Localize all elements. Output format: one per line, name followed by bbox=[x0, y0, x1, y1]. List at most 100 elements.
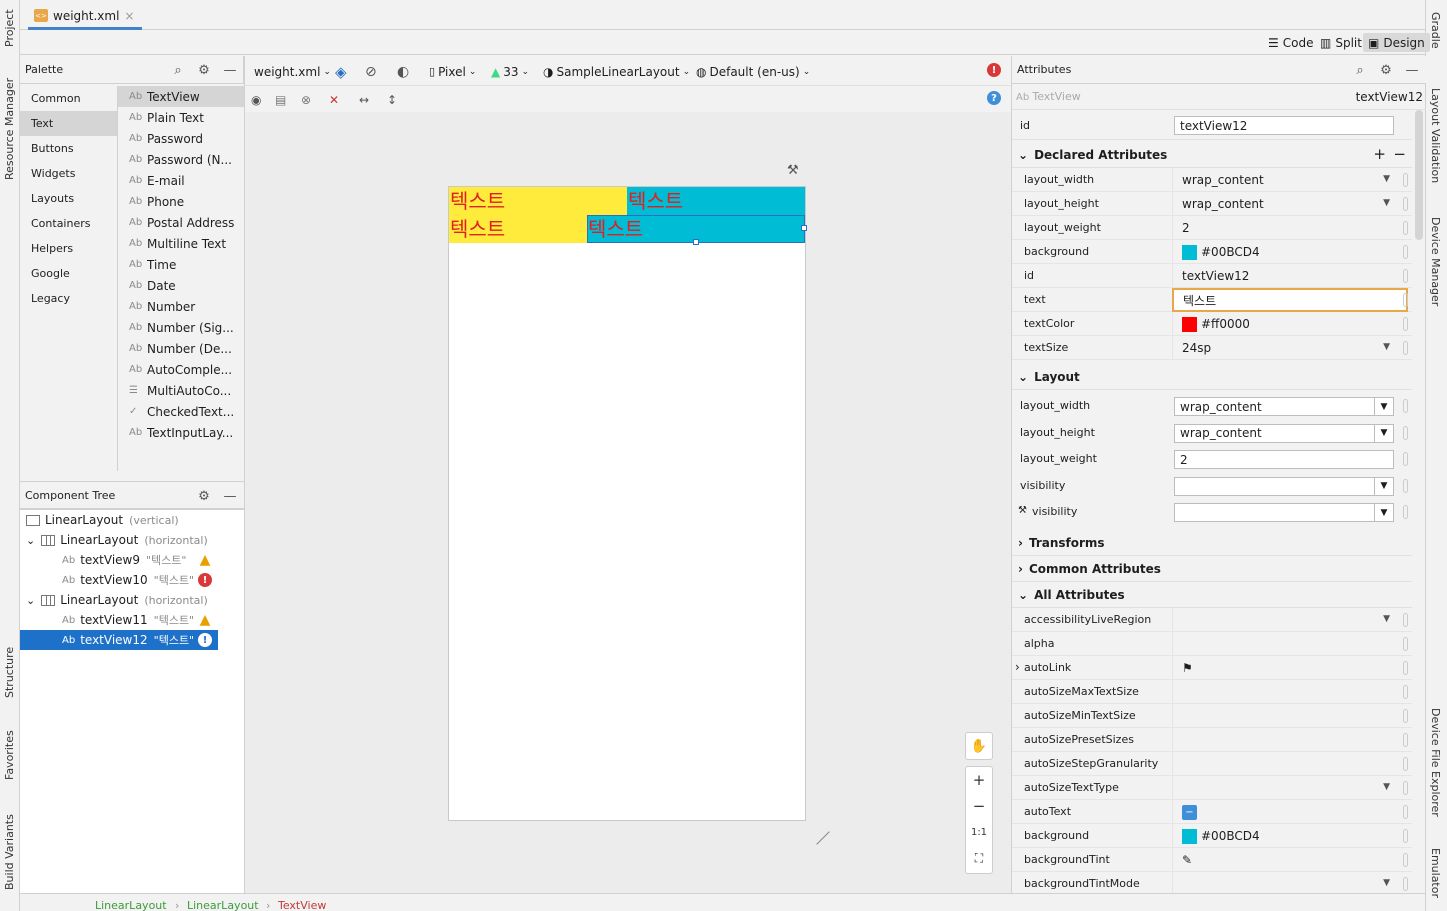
favorites-tool-tab[interactable]: Favorites bbox=[3, 730, 16, 780]
tree-row-textview10[interactable]: Ab textView10 "텍스트"! bbox=[20, 570, 218, 590]
transforms-section[interactable]: › Transforms bbox=[1012, 530, 1412, 556]
pin-icon[interactable] bbox=[1403, 829, 1408, 843]
attr-value-autosizepresetsizes[interactable] bbox=[1172, 728, 1408, 752]
structure-tool-tab[interactable]: Structure bbox=[3, 647, 16, 698]
chevron-down-icon[interactable]: ▼ bbox=[1374, 423, 1394, 443]
attr-value-textsize[interactable]: 24sp bbox=[1172, 336, 1408, 360]
emulator-tool-tab[interactable]: Emulator bbox=[1429, 848, 1442, 898]
pin-icon[interactable] bbox=[1403, 197, 1408, 211]
zoom-in-button[interactable]: + bbox=[966, 767, 992, 793]
gear-icon[interactable]: ⚙ bbox=[196, 62, 212, 78]
build-variants-tool-tab[interactable]: Build Variants bbox=[3, 814, 16, 890]
locale-selector[interactable]: ◍ Default (en-us) ⌄ bbox=[696, 63, 810, 80]
design-mode-button[interactable]: ▣ Design bbox=[1363, 33, 1430, 52]
color-swatch-icon[interactable] bbox=[1182, 244, 1197, 260]
attr-value-autotext[interactable]: − bbox=[1172, 800, 1408, 824]
color-swatch-icon[interactable] bbox=[1182, 316, 1197, 332]
preview-textview10[interactable]: 텍스트 bbox=[627, 187, 805, 215]
common-attributes-section[interactable]: › Common Attributes bbox=[1012, 556, 1412, 582]
attr-value-background[interactable]: #00BCD4 bbox=[1172, 240, 1408, 264]
palette-widget-e-mail[interactable]: Ab E-mail bbox=[118, 170, 244, 191]
remove-attribute-icon[interactable]: − bbox=[1393, 145, 1406, 163]
attr-value-autosizemaxtextsize[interactable] bbox=[1172, 680, 1408, 704]
add-attribute-icon[interactable]: + bbox=[1373, 145, 1386, 163]
pin-icon[interactable] bbox=[1403, 709, 1408, 723]
pin-icon[interactable] bbox=[1403, 425, 1408, 440]
palette-widget-password[interactable]: Ab Password bbox=[118, 128, 244, 149]
tree-row-textview11[interactable]: Ab textView11 "텍스트" ▲ bbox=[20, 610, 218, 630]
pin-icon[interactable] bbox=[1403, 478, 1408, 493]
chevron-down-icon[interactable]: ▼ bbox=[1374, 503, 1394, 522]
clear-constraints-icon[interactable]: ✕ bbox=[329, 91, 339, 108]
pin-icon[interactable] bbox=[1403, 805, 1408, 819]
file-tab-weight-xml[interactable]: <> weight.xml × bbox=[28, 4, 143, 30]
layout-validation-tool-tab[interactable]: Layout Validation bbox=[1429, 88, 1442, 183]
preview-textview9[interactable]: 텍스트 bbox=[449, 187, 627, 215]
layout-attr-input-layout-width[interactable]: wrap_content bbox=[1174, 397, 1382, 416]
wrench-icon[interactable]: ⚒ bbox=[787, 163, 799, 178]
palette-widget-number-sig[interactable]: Ab Number (Sig... bbox=[118, 317, 244, 338]
magnet-off-icon[interactable]: ⊗ bbox=[301, 91, 311, 108]
zoom-actual-size-button[interactable]: 1:1 bbox=[966, 819, 992, 845]
chevron-down-icon[interactable]: ▼ bbox=[1383, 614, 1390, 624]
chevron-right-icon[interactable]: › bbox=[1015, 660, 1020, 674]
attr-value-layout-height[interactable]: wrap_content bbox=[1172, 192, 1408, 216]
attr-value-layout-width[interactable]: wrap_content bbox=[1172, 168, 1408, 192]
expand-vertical-icon[interactable]: ↕ bbox=[387, 91, 397, 108]
night-mode-icon[interactable]: ◐ bbox=[397, 63, 409, 80]
resize-handle-right[interactable] bbox=[801, 225, 807, 231]
theme-selector[interactable]: ◑ SampleLinearLayout ⌄ bbox=[543, 63, 690, 80]
blueprint-icon[interactable]: ▤ bbox=[275, 91, 286, 108]
palette-category-widgets[interactable]: Widgets bbox=[20, 161, 117, 186]
attr-value-background[interactable]: #00BCD4 bbox=[1172, 824, 1408, 848]
error-icon[interactable]: ! bbox=[198, 573, 212, 587]
palette-category-text[interactable]: Text bbox=[20, 111, 117, 136]
api-selector[interactable]: ▲ 33 ⌄ bbox=[491, 63, 529, 80]
palette-widget-multiautoco[interactable]: ☰ MultiAutoCo... bbox=[118, 380, 244, 401]
palette-category-legacy[interactable]: Legacy bbox=[20, 286, 117, 311]
pin-icon[interactable] bbox=[1403, 661, 1408, 675]
palette-widget-textinputlay[interactable]: Ab TextInputLay... bbox=[118, 422, 244, 443]
code-mode-button[interactable]: ☰ Code bbox=[1263, 33, 1319, 52]
orientation-icon[interactable]: ⊘ bbox=[365, 63, 377, 80]
palette-widget-password-n[interactable]: Ab Password (N... bbox=[118, 149, 244, 170]
eyedropper-icon[interactable]: ✎ bbox=[1182, 853, 1192, 867]
palette-widget-number[interactable]: Ab Number bbox=[118, 296, 244, 317]
layout-attr-input-layout-height[interactable]: wrap_content bbox=[1174, 423, 1382, 443]
attr-value-textcolor[interactable]: #ff0000 bbox=[1172, 312, 1408, 336]
pin-icon[interactable] bbox=[1403, 269, 1408, 283]
chevron-down-icon[interactable]: ⌄ bbox=[26, 534, 35, 547]
breadcrumb-item-linearlayout-2[interactable]: LinearLayout bbox=[187, 899, 259, 911]
pin-icon[interactable] bbox=[1403, 877, 1408, 891]
zoom-out-button[interactable]: − bbox=[966, 793, 992, 819]
resource-manager-tool-tab[interactable]: Resource Manager bbox=[3, 78, 16, 180]
tree-row-linearlayout[interactable]: ⌄ LinearLayout (horizontal) bbox=[20, 590, 218, 610]
palette-widget-time[interactable]: Ab Time bbox=[118, 254, 244, 275]
color-swatch-icon[interactable] bbox=[1182, 828, 1197, 844]
pin-icon[interactable] bbox=[1403, 245, 1408, 259]
pin-icon[interactable] bbox=[1403, 452, 1408, 466]
attr-value-text[interactable]: 텍스트 bbox=[1172, 288, 1408, 312]
pin-icon[interactable] bbox=[1403, 293, 1408, 307]
pin-icon[interactable] bbox=[1403, 317, 1408, 331]
gear-icon[interactable]: ⚙ bbox=[196, 488, 212, 504]
palette-widget-autocomple[interactable]: Ab AutoComple... bbox=[118, 359, 244, 380]
breadcrumb-item-textview[interactable]: TextView bbox=[278, 899, 326, 911]
split-mode-button[interactable]: ▥ Split bbox=[1315, 33, 1367, 52]
search-icon[interactable]: ⌕ bbox=[170, 62, 186, 78]
id-input[interactable]: textView12 bbox=[1174, 116, 1394, 135]
palette-category-google[interactable]: Google bbox=[20, 261, 117, 286]
palette-category-layouts[interactable]: Layouts bbox=[20, 186, 117, 211]
palette-widget-textview[interactable]: Ab TextView bbox=[118, 86, 244, 107]
file-selector[interactable]: weight.xml ⌄ bbox=[254, 63, 331, 80]
pin-icon[interactable] bbox=[1403, 733, 1408, 747]
palette-widget-date[interactable]: Ab Date bbox=[118, 275, 244, 296]
gradle-tool-tab[interactable]: Gradle bbox=[1429, 12, 1442, 49]
layout-section[interactable]: ⌄ Layout bbox=[1012, 364, 1412, 390]
pin-icon[interactable] bbox=[1403, 505, 1408, 519]
pin-icon[interactable] bbox=[1403, 341, 1408, 355]
chevron-down-icon[interactable]: ▼ bbox=[1383, 198, 1390, 208]
minimize-icon[interactable]: — bbox=[1404, 62, 1420, 78]
attr-value-accessibilityliveregion[interactable] bbox=[1172, 608, 1408, 632]
close-tab-icon[interactable]: × bbox=[124, 9, 134, 23]
